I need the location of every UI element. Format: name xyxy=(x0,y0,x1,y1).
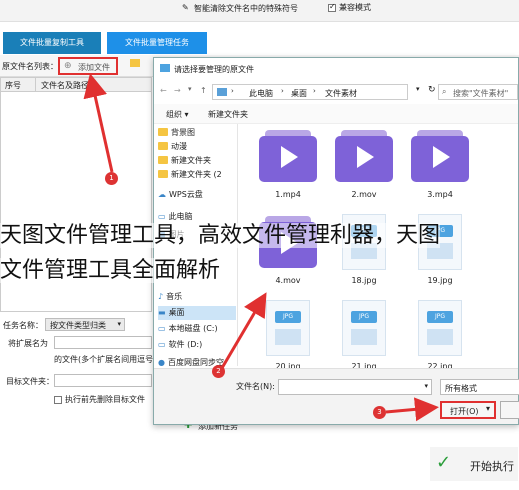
step-badge-3: 3 xyxy=(373,406,386,419)
headline-line-1: 天图文件管理工具，高效文件管理利器，天图 xyxy=(0,223,441,248)
arrow-2 xyxy=(220,292,267,369)
step-badge-2: 2 xyxy=(212,365,225,378)
arrow-1 xyxy=(83,73,114,173)
headline-line-2: 文件管理工具全面解析 xyxy=(0,258,221,283)
step-badge-1: 1 xyxy=(105,172,118,185)
arrow-3 xyxy=(385,397,439,422)
article-headline: 天图文件管理工具，高效文件管理利器，天图 文件管理工具全面解析 xyxy=(0,218,519,288)
